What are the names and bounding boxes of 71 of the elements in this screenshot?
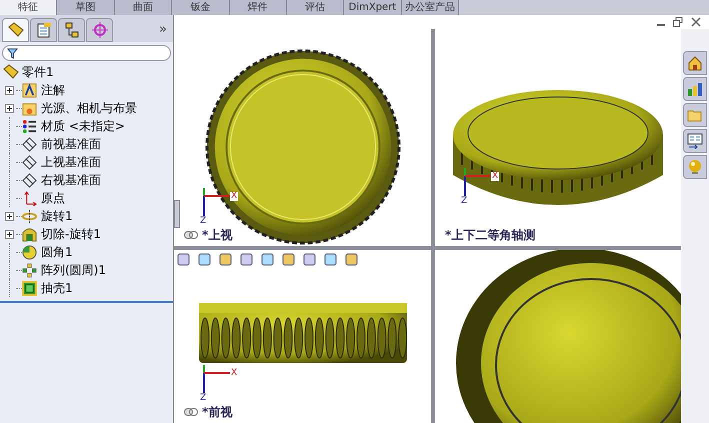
plane-icon bbox=[22, 172, 37, 188]
close-icon[interactable] bbox=[691, 17, 701, 27]
command-tab[interactable]: 特征 bbox=[0, 0, 58, 15]
task-pane-tab[interactable] bbox=[683, 51, 707, 75]
z-axis-label: Z bbox=[200, 393, 206, 403]
x-axis-label: X bbox=[491, 172, 500, 181]
command-tab[interactable]: 焊件 bbox=[230, 0, 287, 15]
command-tab[interactable]: 钣金 bbox=[172, 0, 230, 15]
filter-field[interactable] bbox=[2, 45, 171, 61]
command-tab[interactable]: DimXpert bbox=[344, 0, 402, 15]
tree-item[interactable]: 前视基准面 bbox=[41, 135, 101, 153]
part-icon bbox=[8, 22, 24, 38]
circular-pattern-icon bbox=[22, 262, 37, 278]
more-tabs-button[interactable]: » bbox=[159, 20, 167, 40]
shell-icon bbox=[22, 280, 37, 296]
part-icon bbox=[3, 64, 19, 80]
expand-icon[interactable] bbox=[5, 86, 14, 94]
plane-icon bbox=[22, 154, 37, 170]
view-label: *上视 bbox=[202, 226, 232, 244]
tree-root[interactable]: 零件1 bbox=[22, 63, 54, 81]
tree-item[interactable]: 旋转1 bbox=[41, 207, 73, 225]
tree-item[interactable]: 上视基准面 bbox=[41, 153, 101, 171]
revolve-icon bbox=[22, 208, 37, 224]
x-axis-label: X bbox=[230, 192, 238, 201]
x-axis-label: X bbox=[230, 369, 238, 378]
material-icon bbox=[22, 118, 37, 134]
tree-item[interactable]: 右视基准面 bbox=[41, 171, 101, 189]
task-pane-tab[interactable] bbox=[683, 129, 707, 153]
view-label: *上下二等角轴测 bbox=[445, 226, 536, 244]
panel-tab[interactable] bbox=[2, 18, 29, 42]
command-tab[interactable]: 评估 bbox=[286, 0, 344, 15]
appearance-ball-icon bbox=[687, 159, 703, 175]
tree-item[interactable]: 圆角1 bbox=[41, 243, 73, 261]
axis-triad-drawing bbox=[200, 365, 230, 393]
tree-item[interactable]: 材质 <未指定> bbox=[41, 117, 125, 135]
annotation-folder-icon bbox=[22, 82, 37, 98]
expand-icon[interactable] bbox=[5, 230, 14, 238]
restore-icon[interactable] bbox=[673, 17, 683, 27]
tree-item[interactable]: 切除-旋转1 bbox=[41, 225, 101, 243]
fillet-icon bbox=[22, 244, 37, 260]
expand-icon[interactable] bbox=[5, 212, 14, 220]
command-tab[interactable]: 曲面 bbox=[114, 0, 172, 15]
command-tab[interactable]: 办公室产品 bbox=[402, 0, 459, 15]
link-icon[interactable] bbox=[184, 408, 198, 416]
tree-item[interactable]: 抽壳1 bbox=[41, 279, 73, 297]
panel-tab[interactable] bbox=[58, 18, 85, 42]
tree-item[interactable]: 原点 bbox=[41, 189, 65, 207]
tree-item[interactable]: 阵列(圆周)1 bbox=[41, 261, 106, 279]
plane-icon bbox=[22, 136, 37, 152]
bar-chart-icon bbox=[687, 81, 703, 97]
axis-triad-drawing bbox=[200, 188, 230, 216]
z-axis-label: Z bbox=[200, 216, 206, 226]
configuration-icon bbox=[64, 22, 80, 38]
command-tab[interactable]: 草图 bbox=[57, 0, 115, 15]
expand-icon[interactable] bbox=[5, 104, 14, 112]
view-label: *前视 bbox=[202, 403, 232, 421]
crosshair-icon bbox=[92, 22, 108, 38]
link-icon[interactable] bbox=[184, 231, 198, 239]
house-icon bbox=[687, 55, 703, 71]
tree-item[interactable]: 注解 bbox=[41, 81, 65, 99]
property-sheet-icon bbox=[36, 22, 52, 38]
cut-revolve-icon bbox=[22, 226, 37, 242]
axis-triad-drawing bbox=[461, 168, 491, 196]
collapse-panel-handle[interactable] bbox=[174, 200, 180, 228]
sun-folder-icon bbox=[22, 100, 37, 116]
filter-icon bbox=[7, 48, 18, 58]
z-axis-label: Z bbox=[461, 196, 468, 206]
origin-icon bbox=[22, 190, 37, 206]
view-palette-icon bbox=[687, 133, 703, 149]
panel-tab[interactable] bbox=[30, 18, 57, 42]
tree-item[interactable]: 光源、相机与布景 bbox=[41, 99, 137, 117]
